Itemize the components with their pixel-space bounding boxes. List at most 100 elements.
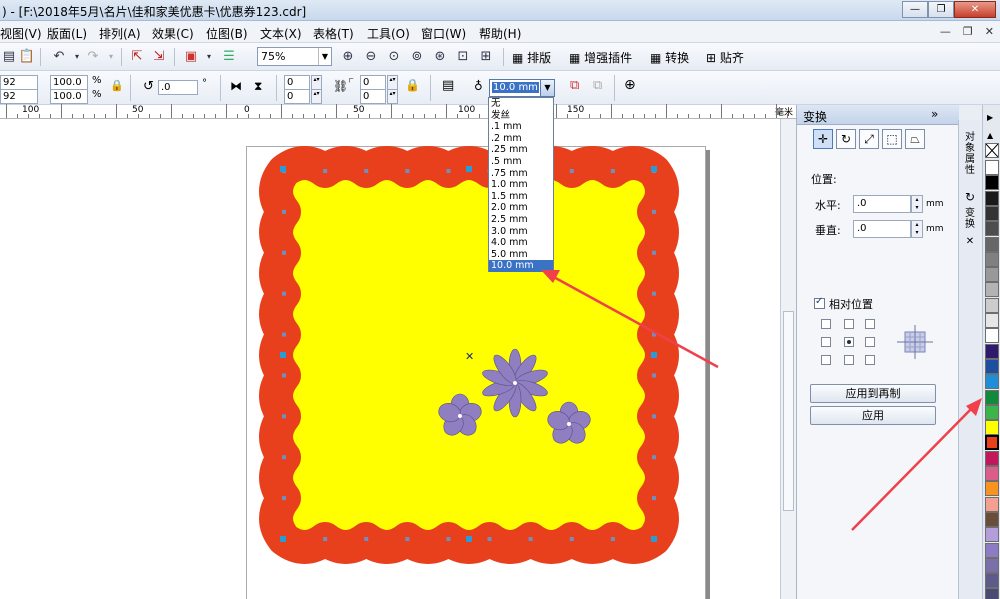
skew-mode-icon[interactable]: ⏢ (905, 129, 925, 149)
anchor-top-left[interactable] (821, 319, 831, 329)
color-swatch[interactable] (985, 358, 999, 374)
maximize-button[interactable]: ❐ (928, 1, 954, 18)
outline-width-option[interactable]: 1.5 mm (489, 191, 553, 203)
close-button[interactable]: ✕ (954, 1, 996, 18)
color-swatch[interactable] (985, 282, 999, 298)
corner-lock-icon[interactable]: ⛓ (333, 79, 348, 93)
size-mode-icon[interactable]: ⬚ (882, 129, 902, 149)
artwork[interactable]: ✕ (0, 119, 780, 599)
tab-transform[interactable]: 变换 (962, 208, 978, 230)
menu-text[interactable]: 文本(X) (260, 25, 302, 42)
clipboard-icon[interactable]: 📋 (18, 48, 36, 66)
no-fill-swatch[interactable] (985, 143, 999, 158)
corner-radius-2-field[interactable]: 0 (284, 89, 310, 104)
zoom-out-icon[interactable]: ⊖ (362, 48, 380, 66)
anchor-top-center[interactable] (844, 319, 854, 329)
corner-scale-icon[interactable]: 🔒 (405, 78, 420, 92)
zoom-level-select[interactable]: 75% ▼ (257, 47, 332, 66)
apply-to-duplicate-button[interactable]: 应用到再制 (810, 384, 936, 403)
anchor-top-right[interactable] (865, 319, 875, 329)
color-swatch[interactable] (985, 389, 999, 405)
corner-radius-1-field[interactable]: 0 (284, 75, 310, 90)
outline-width-option[interactable]: 发丝 (489, 110, 553, 122)
outline-width-option[interactable]: .5 mm (489, 156, 553, 168)
outline-width-option[interactable]: .75 mm (489, 168, 553, 180)
zoom-page-icon[interactable]: ⊛ (431, 48, 449, 66)
menu-help[interactable]: 帮助(H) (479, 25, 521, 42)
outline-width-option[interactable]: 10.0 mm (489, 260, 553, 272)
color-swatch[interactable] (985, 267, 999, 283)
lock-ratio-icon[interactable]: 🔒 (110, 79, 124, 92)
anchor-bottom-right[interactable] (865, 355, 875, 365)
vertical-spin-icon[interactable]: ▴ ▾ (911, 220, 923, 238)
scale-x-field[interactable]: 100.0 (50, 75, 88, 90)
mdi-close-button[interactable]: ✕ (985, 25, 994, 38)
color-swatch[interactable] (985, 420, 999, 436)
object-width-field[interactable]: 92 mm (0, 75, 38, 101)
zoom-in-icon[interactable]: ⊕ (339, 48, 357, 66)
mirror-vertical-icon[interactable]: ⧗ (254, 79, 262, 94)
color-swatch[interactable] (985, 374, 999, 390)
color-swatch[interactable] (985, 175, 999, 191)
to-back-icon[interactable]: ⧉ (593, 78, 602, 93)
to-front-icon[interactable]: ⧉ (570, 78, 579, 93)
redo-dropdown-icon[interactable]: ▾ (102, 48, 120, 66)
menu-effects[interactable]: 效果(C) (152, 25, 194, 42)
anchor-middle-left[interactable] (821, 337, 831, 347)
mdi-restore-button[interactable]: ❐ (963, 25, 973, 38)
tab-object-properties[interactable]: 对象属性 (962, 132, 978, 176)
launcher-dropdown-icon[interactable]: ▾ (200, 48, 218, 66)
plugin-convert-button[interactable]: ▦ 转换 (650, 49, 689, 66)
vertical-position-field[interactable]: .0 (853, 220, 911, 238)
outline-width-option[interactable]: .2 mm (489, 133, 553, 145)
color-swatch[interactable] (985, 435, 999, 451)
mirror-horizontal-icon[interactable]: ⧓ (230, 79, 242, 93)
menu-window[interactable]: 窗口(W) (421, 25, 466, 42)
color-swatch[interactable] (985, 527, 999, 543)
undo-icon[interactable]: ↶ (50, 48, 68, 66)
corner-radius-3-field[interactable]: 0 (360, 75, 386, 90)
plugin-layout-button[interactable]: ▦ 排版 (512, 49, 551, 66)
spin-up-icon[interactable]: ▴▾ (387, 75, 398, 90)
zoom-all-icon[interactable]: ⊚ (408, 48, 426, 66)
menu-table[interactable]: 表格(T) (313, 25, 354, 42)
chevron-down-icon[interactable]: ▼ (318, 48, 331, 65)
import-icon[interactable]: ⇱ (128, 48, 146, 66)
spin-down-icon[interactable]: ▴▾ (311, 89, 322, 104)
color-swatch[interactable] (985, 205, 999, 221)
color-swatch[interactable] (985, 236, 999, 252)
rotate-mode-icon[interactable]: ↻ (836, 129, 856, 149)
color-swatch[interactable] (985, 557, 999, 573)
chevron-down-icon[interactable]: ▼ (540, 80, 554, 96)
palette-scroll-up-icon[interactable]: ▶ (987, 113, 993, 122)
color-swatch[interactable] (985, 160, 999, 175)
mdi-minimize-button[interactable]: — (940, 25, 951, 38)
color-swatch[interactable] (985, 573, 999, 589)
color-swatch[interactable] (985, 496, 999, 512)
outline-width-option[interactable]: 1.0 mm (489, 179, 553, 191)
color-swatch[interactable] (985, 481, 999, 497)
color-swatch[interactable] (985, 343, 999, 359)
outline-width-option[interactable]: 2.0 mm (489, 202, 553, 214)
outline-width-option[interactable]: 2.5 mm (489, 214, 553, 226)
outline-width-select[interactable]: 10.0 mm ▼ (489, 79, 555, 97)
apply-button[interactable]: 应用 (810, 406, 936, 425)
relative-position-checkbox[interactable] (814, 296, 825, 309)
paste-icon[interactable]: ▤ (0, 48, 18, 66)
horizontal-spin-icon[interactable]: ▴ ▾ (911, 195, 923, 213)
outline-width-option[interactable]: .1 mm (489, 121, 553, 133)
tab-close-icon[interactable]: ✕ (962, 236, 978, 247)
zoom-height-icon[interactable]: ⊞ (477, 48, 495, 66)
color-swatch[interactable] (985, 313, 999, 328)
outline-width-option[interactable]: 无 (489, 98, 553, 110)
palette-arrow-icon[interactable]: ▲ (987, 131, 993, 140)
scale-mirror-mode-icon[interactable]: ⤢ (859, 129, 879, 149)
wrap-text-icon[interactable]: ▤ (442, 78, 454, 93)
color-swatch[interactable] (985, 221, 999, 237)
docker-collapse-icon[interactable]: » (931, 107, 938, 121)
scale-y-field[interactable]: 100.0 (50, 89, 88, 104)
convert-to-curves-icon[interactable]: ⊕ (624, 77, 636, 93)
outline-width-dropdown-list[interactable]: 无发丝 .1 mm .2 mm .25 mm .5 mm .75 mm 1.0 mm 1.5 … (488, 97, 554, 272)
color-swatch[interactable] (985, 511, 999, 527)
outline-width-option[interactable]: .25 mm (489, 144, 553, 156)
